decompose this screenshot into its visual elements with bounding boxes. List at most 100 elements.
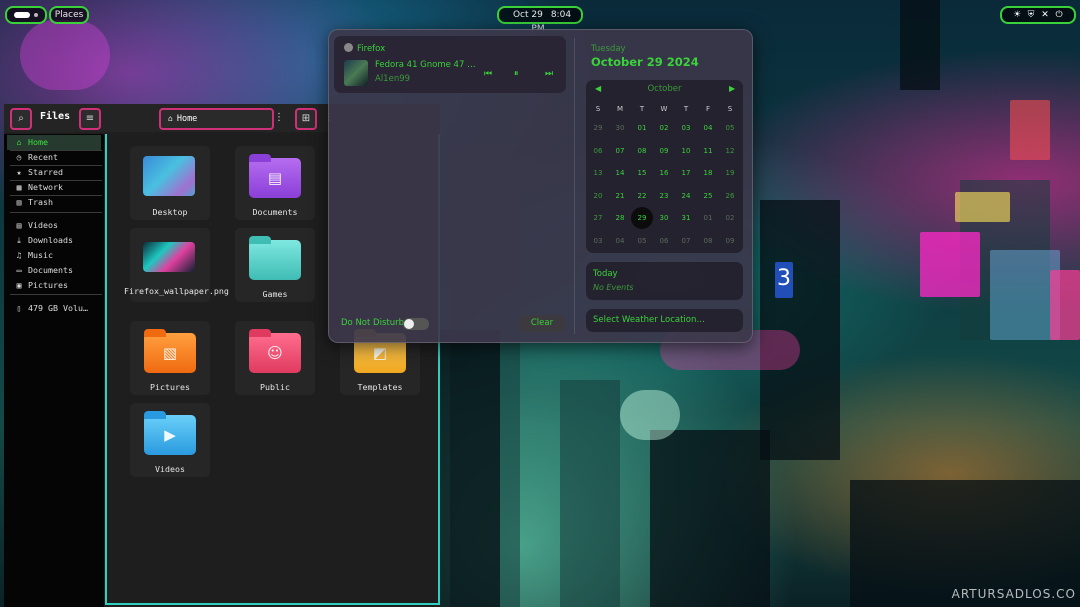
- weekday-header: W: [660, 105, 668, 113]
- brightness-icon: ☀: [1012, 10, 1022, 20]
- sidebar-item-label: Network: [28, 182, 63, 192]
- clock-icon: ◷: [16, 153, 22, 162]
- weekday-header: F: [705, 105, 711, 113]
- image-icon: ▧: [162, 344, 178, 362]
- sidebar-item-home[interactable]: ⌂ Home: [7, 135, 101, 150]
- sidebar-item-documents[interactable]: ▭ Documents: [7, 263, 101, 278]
- sidebar-item-label: Pictures: [28, 280, 68, 290]
- file-item-firefox-wallpaper[interactable]: Firefox_wallpaper.png: [124, 228, 229, 302]
- calendar-day[interactable]: 08: [697, 230, 719, 252]
- calendar-day[interactable]: 22: [631, 185, 653, 207]
- calendar-day[interactable]: 28: [609, 207, 631, 229]
- folder-tab: [249, 154, 271, 162]
- calendar-day[interactable]: 31: [675, 207, 697, 229]
- picture-icon: ▣: [16, 281, 22, 290]
- calendar-day[interactable]: 09: [719, 230, 741, 252]
- weekday-header: T: [683, 105, 689, 113]
- calendar-day[interactable]: 21: [609, 185, 631, 207]
- path-label: Home: [176, 114, 198, 124]
- sidebar-item-downloads[interactable]: ⤓ Downloads: [7, 233, 101, 248]
- workspace-indicator: [34, 13, 38, 17]
- file-item-public[interactable]: ☺ Public: [235, 321, 315, 395]
- events-section[interactable]: Today No Events: [586, 262, 743, 300]
- calendar-day[interactable]: 03: [587, 230, 609, 252]
- calendar-day[interactable]: 29: [587, 117, 609, 139]
- calendar-day[interactable]: 25: [697, 185, 719, 207]
- calendar-day[interactable]: 26: [719, 185, 741, 207]
- calendar-day[interactable]: 06: [587, 140, 609, 162]
- calendar-day[interactable]: 14: [609, 162, 631, 184]
- calendar-day[interactable]: 06: [653, 230, 675, 252]
- calendar-day[interactable]: 02: [719, 207, 741, 229]
- calendar-day[interactable]: 13: [587, 162, 609, 184]
- calendar-day[interactable]: 03: [675, 117, 697, 139]
- previous-track-icon[interactable]: ⏮: [484, 69, 492, 79]
- calendar-day[interactable]: 18: [697, 162, 719, 184]
- clock-button[interactable]: Oct 298:04 PM: [497, 6, 583, 34]
- file-item-videos[interactable]: ▶ Videos: [130, 403, 210, 477]
- calendar-day[interactable]: 09: [653, 140, 675, 162]
- places-menu[interactable]: Places: [49, 6, 89, 24]
- next-month-icon[interactable]: ▶: [729, 84, 735, 93]
- file-label: Desktop: [152, 207, 188, 217]
- sidebar-item-trash[interactable]: ▥ Trash: [7, 195, 101, 210]
- main-menu-button[interactable]: ≡: [79, 108, 101, 130]
- file-item-documents[interactable]: ▤ Documents: [235, 146, 315, 220]
- calendar-day[interactable]: 05: [631, 230, 653, 252]
- sidebar-item-music[interactable]: ♫ Music: [7, 248, 101, 263]
- calendar-day[interactable]: 05: [719, 117, 741, 139]
- template-icon: ◩: [372, 344, 388, 362]
- calendar-day[interactable]: 17: [675, 162, 697, 184]
- divider: [10, 294, 102, 295]
- next-track-icon[interactable]: ⏭: [545, 69, 553, 79]
- search-button[interactable]: ⌕: [10, 108, 32, 130]
- weather-section[interactable]: Select Weather Location…: [586, 309, 743, 332]
- folder-tab: [249, 329, 271, 337]
- calendar-day[interactable]: 30: [609, 117, 631, 139]
- calendar-day[interactable]: 27: [587, 207, 609, 229]
- weekday-header: S: [727, 105, 733, 113]
- file-item-pictures[interactable]: ▧ Pictures: [130, 321, 210, 395]
- calendar-day[interactable]: 02: [653, 117, 675, 139]
- sidebar-item-pictures[interactable]: ▣ Pictures: [7, 278, 101, 293]
- path-bar[interactable]: ⌂ Home: [159, 108, 274, 130]
- new-folder-button[interactable]: ⊞: [295, 108, 317, 130]
- folder-icon: ☺: [249, 329, 301, 373]
- power-icon: ⏻: [1055, 10, 1063, 20]
- calendar-day[interactable]: 01: [697, 207, 719, 229]
- calendar-day[interactable]: 04: [697, 117, 719, 139]
- calendar-day[interactable]: 20: [587, 185, 609, 207]
- calendar-day-today[interactable]: 29: [631, 207, 653, 229]
- path-options-icon[interactable]: ⋮: [274, 112, 284, 123]
- calendar-day[interactable]: 15: [631, 162, 653, 184]
- calendar-day[interactable]: 07: [675, 230, 697, 252]
- calendar-day[interactable]: 12: [719, 140, 741, 162]
- document-icon: ▤: [267, 169, 283, 187]
- sidebar-item-starred[interactable]: ★ Starred: [7, 165, 101, 180]
- calendar-day[interactable]: 01: [631, 117, 653, 139]
- calendar-day[interactable]: 08: [631, 140, 653, 162]
- sidebar-item-videos[interactable]: ▤ Videos: [7, 218, 101, 233]
- system-menu-button[interactable]: ☀ ⛨ ✕ ⏻: [1000, 6, 1076, 24]
- calendar-day[interactable]: 24: [675, 185, 697, 207]
- sidebar-item-network[interactable]: ▦ Network: [7, 180, 101, 195]
- calendar-day[interactable]: 10: [675, 140, 697, 162]
- do-not-disturb-toggle[interactable]: [403, 318, 429, 330]
- calendar-day[interactable]: 04: [609, 230, 631, 252]
- calendar-day[interactable]: 23: [653, 185, 675, 207]
- calendar-day[interactable]: 19: [719, 162, 741, 184]
- weekday-header: M: [616, 105, 624, 113]
- pause-icon[interactable]: ⏸: [514, 69, 519, 79]
- activities-button[interactable]: [5, 6, 47, 24]
- file-item-games[interactable]: Games: [235, 228, 315, 302]
- calendar-day[interactable]: 07: [609, 140, 631, 162]
- media-title: Fedora 41 Gnome 47 …: [375, 60, 476, 70]
- sidebar-item-recent[interactable]: ◷ Recent: [7, 150, 101, 165]
- calendar-day[interactable]: 16: [653, 162, 675, 184]
- calendar-day[interactable]: 11: [697, 140, 719, 162]
- sidebar-item-volume[interactable]: ▯ 479 GB Volu…: [7, 301, 101, 316]
- file-label: Videos: [155, 464, 185, 474]
- file-item-desktop[interactable]: Desktop: [130, 146, 210, 220]
- calendar-day[interactable]: 30: [653, 207, 675, 229]
- clear-notifications-button[interactable]: Clear: [519, 315, 565, 332]
